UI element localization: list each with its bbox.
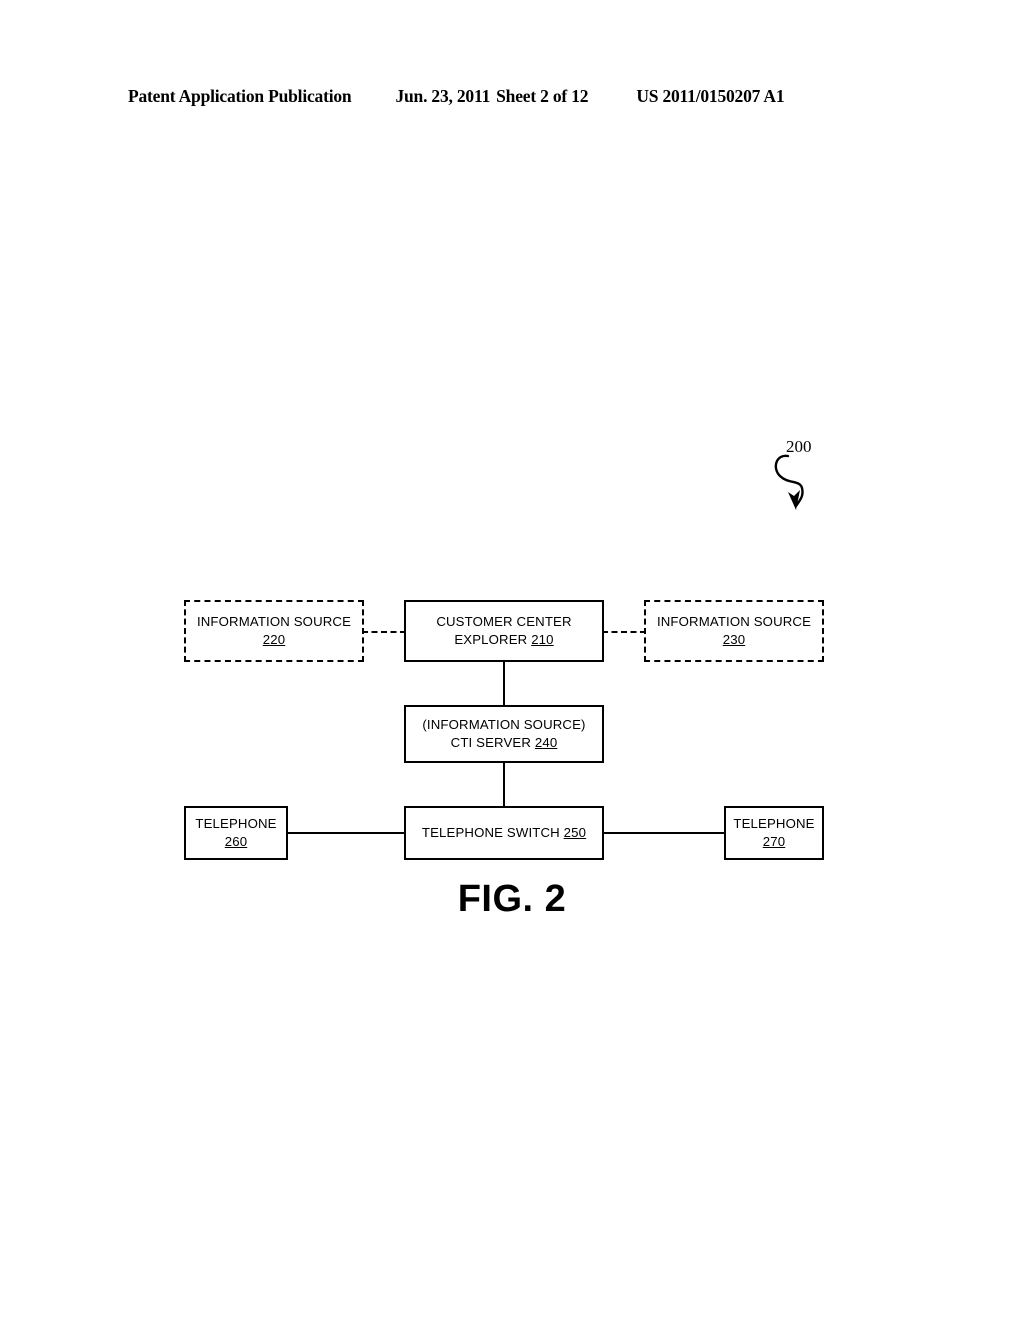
box-text-line2: CTI SERVER xyxy=(450,735,532,750)
connector-cti-server-to-telephone-switch xyxy=(503,761,505,808)
header-date: Jun. 23, 2011 xyxy=(395,86,491,106)
box-reference-number: 230 xyxy=(722,632,746,647)
diagram-box-information-source-230: INFORMATION SOURCE 230 xyxy=(644,600,824,662)
diagram-box-label: TELEPHONE 270 xyxy=(729,815,818,851)
header-sheet-number: Sheet 2 of 12 xyxy=(496,86,589,106)
diagram-box-cti-server-240: (INFORMATION SOURCE) CTI SERVER 240 xyxy=(404,705,604,763)
box-text-line1: INFORMATION SOURCE xyxy=(656,614,812,629)
connector-explorer-to-cti-server xyxy=(503,660,505,707)
box-reference-number: 270 xyxy=(762,834,786,849)
box-text-line1: INFORMATION SOURCE xyxy=(196,614,352,629)
diagram-box-telephone-switch-250: TELEPHONE SWITCH 250 xyxy=(404,806,604,860)
box-reference-number: 240 xyxy=(534,735,558,750)
box-text-line1: (INFORMATION SOURCE) xyxy=(422,717,586,732)
diagram-box-label: TELEPHONE SWITCH 250 xyxy=(418,824,590,842)
connector-telephone-260-to-switch xyxy=(286,832,406,834)
diagram-box-information-source-220: INFORMATION SOURCE 220 xyxy=(184,600,364,662)
box-text-line1: TELEPHONE xyxy=(733,816,815,831)
box-text-line1: TELEPHONE SWITCH xyxy=(421,825,560,840)
figure-caption: FIG. 2 xyxy=(457,878,567,920)
box-reference-number: 260 xyxy=(224,834,248,849)
diagram-box-label: INFORMATION SOURCE 220 xyxy=(193,613,355,649)
figure-reference-callout: 200 xyxy=(756,438,856,518)
box-reference-number: 210 xyxy=(531,632,554,647)
diagram-box-telephone-270: TELEPHONE 270 xyxy=(724,806,824,860)
header-document-number: US 2011/0150207 A1 xyxy=(636,86,785,106)
diagram-box-label: TELEPHONE 260 xyxy=(191,815,280,851)
box-reference-number: 220 xyxy=(262,632,286,647)
header-title: Patent Application Publication xyxy=(128,86,352,106)
diagram-box-customer-center-explorer-210: CUSTOMER CENTER EXPLORER 210 xyxy=(404,600,604,662)
page-header: Patent Application Publication Jun. 23, … xyxy=(128,86,896,112)
box-text-line1: CUSTOMER CENTER xyxy=(436,614,572,629)
header-sheet-info: Jun. 23, 2011 Sheet 2 of 12 xyxy=(395,86,588,107)
diagram-box-telephone-260: TELEPHONE 260 xyxy=(184,806,288,860)
box-text-line1: TELEPHONE xyxy=(195,816,277,831)
patent-figure-page: Patent Application Publication Jun. 23, … xyxy=(0,0,1024,1320)
diagram-box-label: CUSTOMER CENTER EXPLORER 210 xyxy=(432,613,575,649)
figure-reference-number: 200 xyxy=(786,437,812,456)
diagram-box-label: (INFORMATION SOURCE) CTI SERVER 240 xyxy=(418,716,589,752)
diagram-box-label: INFORMATION SOURCE 230 xyxy=(653,613,815,649)
box-text-line2: EXPLORER xyxy=(454,632,528,647)
connector-switch-to-telephone-270 xyxy=(602,832,726,834)
box-reference-number: 250 xyxy=(563,825,587,840)
connector-explorer-to-information-source-230 xyxy=(602,631,646,633)
connector-information-source-220-to-explorer xyxy=(362,631,406,633)
